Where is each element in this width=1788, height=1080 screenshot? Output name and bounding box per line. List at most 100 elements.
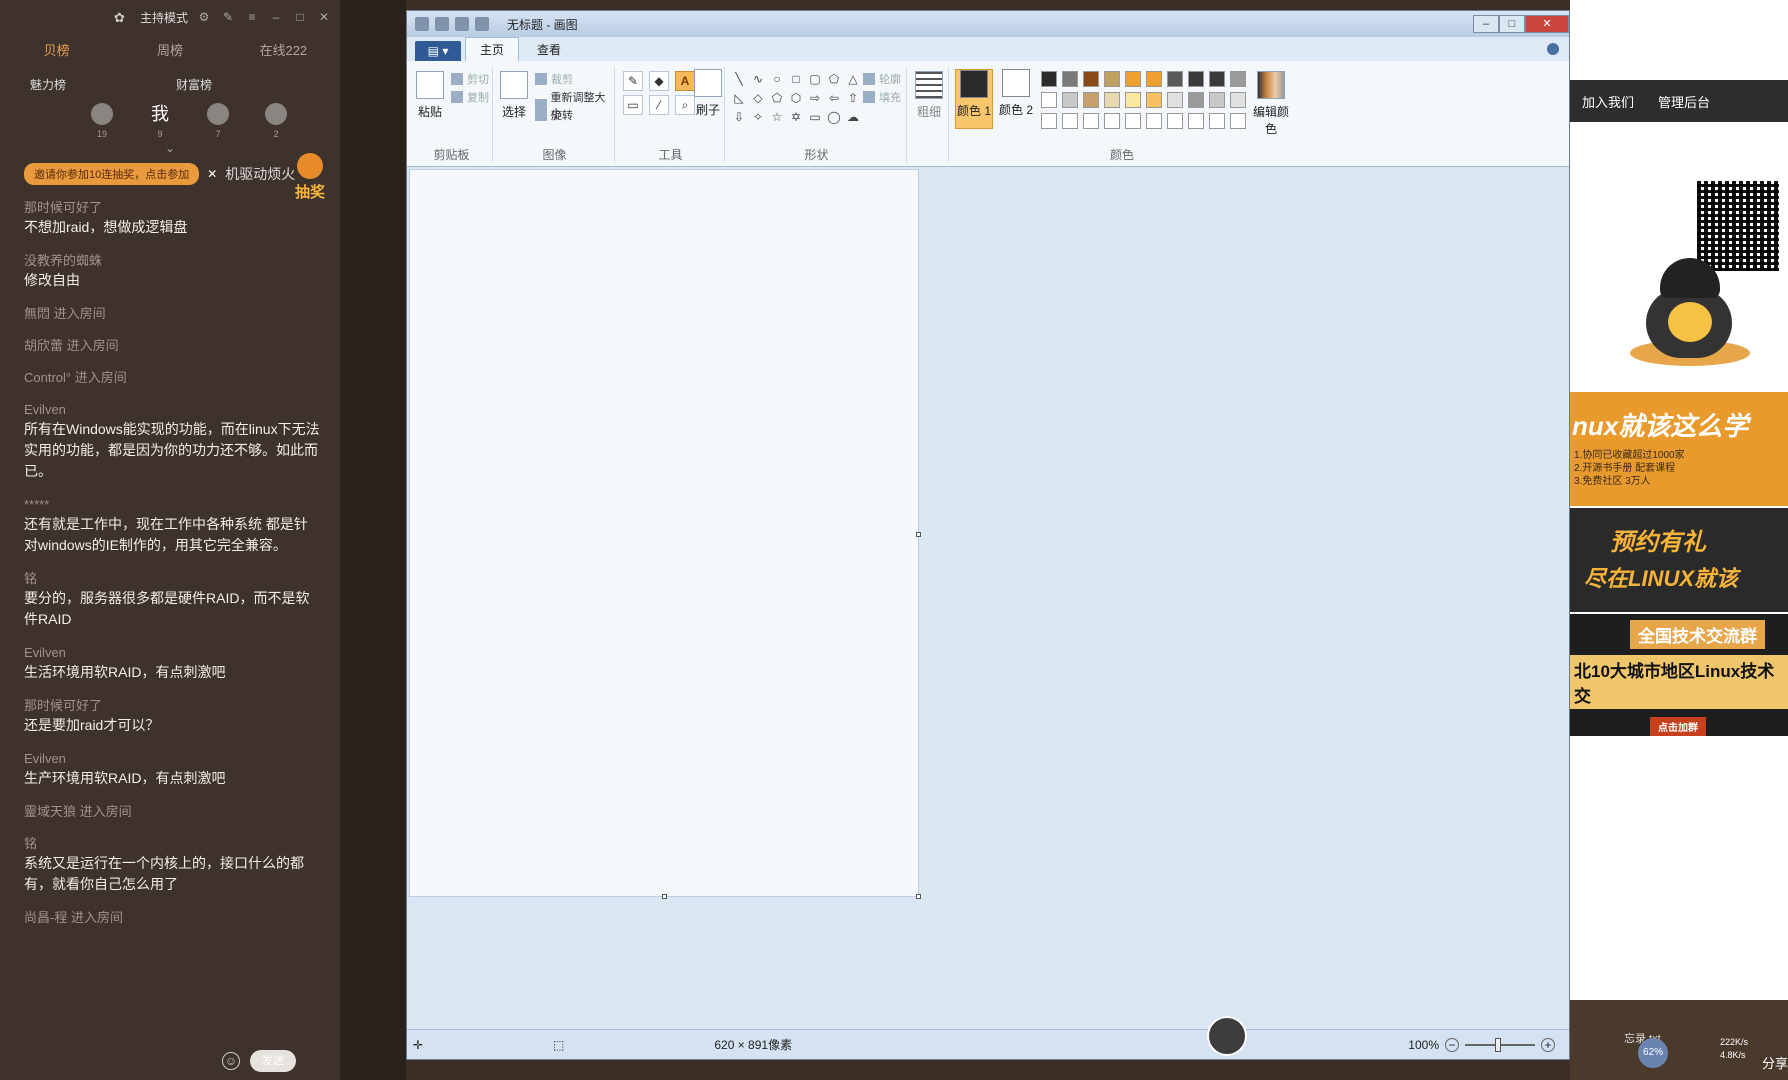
five-star-shape-icon[interactable]: ☆ — [769, 109, 785, 125]
promo-banner-group[interactable]: 全国技术交流群 北10大城市地区Linux技术交 点击加群 — [1570, 614, 1788, 736]
chat-username[interactable]: 没教养的蜘蛛 — [24, 252, 320, 270]
zoom-slider[interactable] — [1465, 1037, 1535, 1052]
promo-banner-gift[interactable]: 预约有礼 尽在LINUX就该 — [1570, 508, 1788, 612]
minimize-icon[interactable]: – — [268, 10, 284, 24]
chevron-down-icon[interactable]: ⌄ — [0, 141, 340, 155]
paint-menu-button[interactable]: ▤ ▾ — [415, 41, 461, 61]
oval-shape-icon[interactable]: ○ — [769, 71, 785, 87]
resize-handle-right[interactable] — [916, 532, 921, 537]
palette-swatch[interactable] — [1125, 92, 1141, 108]
send-button[interactable]: 发送 — [250, 1050, 296, 1072]
outline-button[interactable]: 轮廓 — [863, 71, 901, 87]
promo-banner-book[interactable]: nux就该这么学 1.协同已收藏超过1000家 2.开源书手册 配套课程 3.免… — [1570, 392, 1788, 506]
palette-swatch[interactable] — [1167, 92, 1183, 108]
palette-swatch[interactable] — [1083, 92, 1099, 108]
polygon-shape-icon[interactable]: ⬠ — [826, 71, 842, 87]
undo-icon[interactable] — [455, 17, 469, 31]
size-button[interactable]: 粗细 — [913, 71, 945, 120]
rank-avatar[interactable]: 19 — [90, 103, 114, 139]
close-icon[interactable]: ✕ — [316, 10, 332, 24]
rounded-rect-shape-icon[interactable]: ▢ — [807, 71, 823, 87]
left-arrow-shape-icon[interactable]: ⇦ — [826, 90, 842, 106]
pentagon-shape-icon[interactable]: ⬠ — [769, 90, 785, 106]
color-picker-icon[interactable]: ⁄ — [649, 95, 669, 115]
lottery-button[interactable]: 抽奖 — [290, 153, 330, 202]
chat-username[interactable]: Evilven — [24, 750, 320, 768]
callout-rect-shape-icon[interactable]: ▭ — [807, 109, 823, 125]
palette-swatch[interactable] — [1230, 113, 1246, 129]
triangle-shape-icon[interactable]: △ — [845, 71, 861, 87]
tab-weekly-rank[interactable]: 周榜 — [113, 40, 226, 59]
settings-icon[interactable]: ⚙ — [196, 10, 212, 24]
palette-swatch[interactable] — [1209, 92, 1225, 108]
palette-swatch[interactable] — [1188, 92, 1204, 108]
hexagon-shape-icon[interactable]: ⬡ — [788, 90, 804, 106]
rank-avatar[interactable]: 7 — [206, 103, 230, 139]
drawing-canvas[interactable] — [409, 169, 921, 899]
text-tool-button[interactable]: A — [675, 71, 695, 91]
down-arrow-shape-icon[interactable]: ⇩ — [731, 109, 747, 125]
palette-swatch[interactable] — [1062, 113, 1078, 129]
copy-button[interactable]: 复制 — [451, 89, 489, 105]
chat-username[interactable]: 那时候可好了 — [24, 199, 320, 217]
edit-icon[interactable]: ✎ — [220, 10, 236, 24]
tab-online[interactable]: 在线222 — [227, 40, 340, 59]
palette-swatch[interactable] — [1062, 71, 1078, 87]
minimize-button[interactable]: – — [1473, 15, 1499, 33]
chat-username[interactable]: 那时候可好了 — [24, 697, 320, 715]
host-mode-label[interactable]: 主持模式 — [140, 9, 188, 26]
palette-swatch[interactable] — [1125, 71, 1141, 87]
crop-button[interactable]: 裁剪 — [535, 71, 573, 87]
palette-swatch[interactable] — [1146, 71, 1162, 87]
chat-username[interactable]: ***** — [24, 496, 320, 514]
save-icon[interactable] — [435, 17, 449, 31]
palette-swatch[interactable] — [1041, 113, 1057, 129]
up-arrow-shape-icon[interactable]: ⇧ — [845, 90, 861, 106]
maximize-icon[interactable]: □ — [292, 10, 308, 24]
tab-gift-rank[interactable]: 贝榜 — [0, 40, 113, 59]
zoom-out-button[interactable]: − — [1445, 1037, 1459, 1052]
color1-button[interactable]: 颜色 1 — [955, 69, 993, 129]
nav-join-us[interactable]: 加入我们 — [1582, 92, 1634, 111]
color2-button[interactable]: 颜色 2 — [997, 69, 1035, 129]
resize-handle-bottom[interactable] — [662, 894, 667, 899]
nav-admin[interactable]: 管理后台 — [1658, 92, 1710, 111]
palette-swatch[interactable] — [1104, 71, 1120, 87]
join-group-button[interactable]: 点击加群 — [1650, 717, 1706, 736]
eraser-icon[interactable]: ▭ — [623, 95, 643, 115]
brush-button[interactable]: 刷子 — [693, 69, 723, 118]
zoom-slider-knob[interactable] — [1495, 1037, 1501, 1052]
palette-swatch[interactable] — [1083, 113, 1099, 129]
tab-home[interactable]: 主页 — [465, 37, 520, 61]
diamond-shape-icon[interactable]: ◇ — [750, 90, 766, 106]
palette-swatch[interactable] — [1146, 113, 1162, 129]
palette-swatch[interactable] — [1062, 92, 1078, 108]
edit-colors-button[interactable]: 编辑颜色 — [1251, 71, 1291, 137]
rotate-button[interactable]: 旋转 — [535, 107, 573, 123]
chat-username[interactable]: Evilven — [24, 644, 320, 662]
six-star-shape-icon[interactable]: ✡ — [788, 109, 804, 125]
magnifier-icon[interactable]: ⌕ — [675, 95, 695, 115]
share-button[interactable]: 分享 — [1762, 1053, 1788, 1072]
palette-swatch[interactable] — [1083, 71, 1099, 87]
chat-username[interactable]: 铭 — [24, 570, 320, 588]
cpu-meter-badge[interactable]: 62% — [1638, 1038, 1668, 1068]
palette-swatch[interactable] — [1188, 71, 1204, 87]
redo-icon[interactable] — [475, 17, 489, 31]
tab-view[interactable]: 查看 — [523, 38, 575, 61]
lottery-notice-pill[interactable]: 邀请你参加10连抽奖，点击参加 — [24, 163, 200, 185]
rank-avatar[interactable]: 2 — [264, 103, 288, 139]
rectangle-shape-icon[interactable]: □ — [788, 71, 804, 87]
right-arrow-shape-icon[interactable]: ⇨ — [807, 90, 823, 106]
palette-swatch[interactable] — [1167, 71, 1183, 87]
zoom-in-button[interactable]: + — [1541, 1037, 1555, 1052]
fill-button[interactable]: 填充 — [863, 89, 901, 105]
maximize-button[interactable]: □ — [1499, 15, 1525, 33]
help-icon[interactable] — [1547, 43, 1559, 55]
chat-username[interactable]: Evilven — [24, 401, 320, 419]
fill-bucket-icon[interactable]: ◆ — [649, 71, 669, 91]
rank-avatar[interactable]: 我9 — [148, 103, 172, 139]
callout-cloud-shape-icon[interactable]: ☁ — [845, 109, 861, 125]
paint-app-icon[interactable] — [415, 17, 429, 31]
palette-swatch[interactable] — [1125, 113, 1141, 129]
